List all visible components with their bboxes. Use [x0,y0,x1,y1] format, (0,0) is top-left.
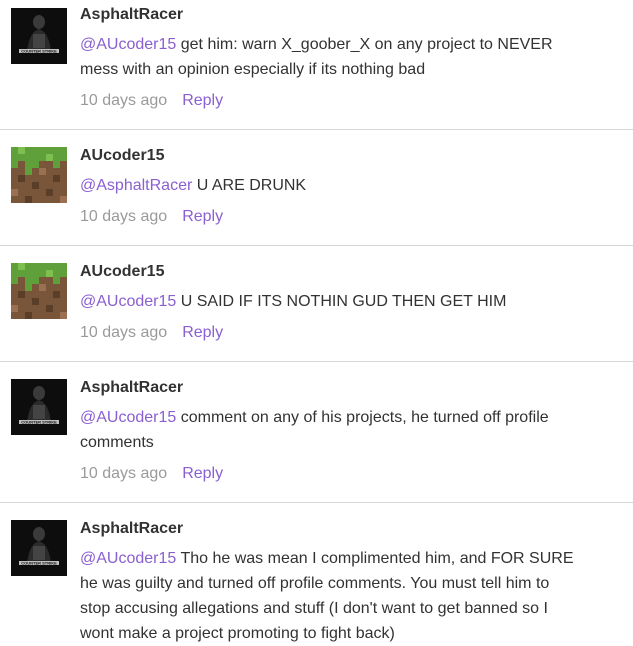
user-avatar[interactable] [11,263,67,319]
comment-timestamp: 10 days ago [80,324,168,341]
comment: COUNTER STRIKE AsphaltRacer @AUcoder15 g… [0,0,633,130]
mention-link[interactable]: @AUcoder15 [80,36,176,53]
comment-timestamp: 10 days ago [80,92,168,109]
user-avatar[interactable]: COUNTER STRIKE [11,8,67,64]
counter-strike-avatar-icon: COUNTER STRIKE [11,520,67,576]
comment-meta: 10 days ago Reply [80,207,583,227]
counter-strike-avatar-icon: COUNTER STRIKE [11,8,67,64]
mention-link[interactable]: @AUcoder15 [80,409,176,426]
reply-button[interactable]: Reply [182,208,223,225]
comment-author[interactable]: AUcoder15 [80,262,583,282]
comment-author[interactable]: AsphaltRacer [80,519,583,539]
svg-text:COUNTER STRIKE: COUNTER STRIKE [21,561,57,566]
comment: AUcoder15 @AUcoder15 U SAID IF ITS NOTHI… [0,246,633,362]
comment-author[interactable]: AsphaltRacer [80,378,583,398]
comment-timestamp: 10 days ago [80,208,168,225]
comment-meta: 10 days ago Reply [80,91,583,111]
minecraft-grass-block-icon [11,147,67,203]
comment-text: @AUcoder15 U SAID IF ITS NOTHIN GUD THEN… [80,289,583,314]
minecraft-grass-block-icon [11,263,67,319]
comment-author[interactable]: AsphaltRacer [80,5,583,25]
comment-timestamp: 10 days ago [80,465,168,482]
reply-button[interactable]: Reply [182,465,223,482]
comment-meta: 10 days ago Reply [80,323,583,343]
comment-text: @AUcoder15 get him: warn X_goober_X on a… [80,32,583,82]
comment-meta: 10 days ago Reply [80,464,583,484]
comment-text: @AUcoder15 comment on any of his project… [80,405,583,455]
user-avatar[interactable] [11,147,67,203]
comment-body: U SAID IF ITS NOTHIN GUD THEN GET HIM [180,293,507,310]
comment-text: @AsphaltRacer U ARE DRUNK [80,173,583,198]
comment-text: @AUcoder15 Tho he was mean I complimente… [80,546,583,646]
svg-text:COUNTER STRIKE: COUNTER STRIKE [21,49,57,54]
mention-link[interactable]: @AUcoder15 [80,550,176,567]
user-avatar[interactable]: COUNTER STRIKE [11,379,67,435]
comment: COUNTER STRIKE AsphaltRacer @AUcoder15 c… [0,362,633,503]
svg-text:COUNTER STRIKE: COUNTER STRIKE [21,420,57,425]
comment: COUNTER STRIKE AsphaltRacer @AUcoder15 T… [0,503,633,642]
mention-link[interactable]: @AsphaltRacer [80,177,192,194]
user-avatar[interactable]: COUNTER STRIKE [11,520,67,576]
comment-body: U ARE DRUNK [196,177,307,194]
reply-button[interactable]: Reply [182,324,223,341]
comment-author[interactable]: AUcoder15 [80,146,583,166]
counter-strike-avatar-icon: COUNTER STRIKE [11,379,67,435]
comment: AUcoder15 @AsphaltRacer U ARE DRUNK 10 d… [0,130,633,246]
reply-button[interactable]: Reply [182,92,223,109]
mention-link[interactable]: @AUcoder15 [80,293,176,310]
